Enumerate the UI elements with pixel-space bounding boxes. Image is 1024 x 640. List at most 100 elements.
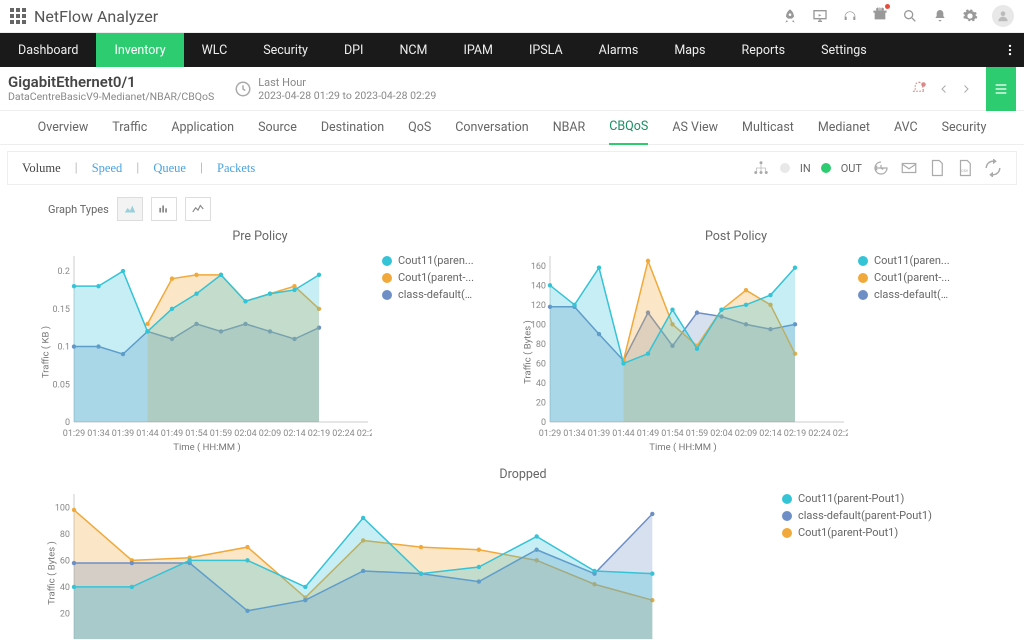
line-chart-button[interactable] (185, 197, 211, 221)
tab-nbar[interactable]: NBAR (553, 111, 586, 145)
csv-icon[interactable]: csv (956, 159, 974, 177)
legend-item[interactable]: Cout11(paren... (858, 254, 954, 267)
app-title: NetFlow Analyzer (34, 7, 158, 26)
chart-title-post: Post Policy (518, 229, 954, 244)
svg-text:0.05: 0.05 (52, 380, 70, 390)
tab-conversation[interactable]: Conversation (455, 111, 528, 145)
legend-item[interactable]: Cout1(parent-... (382, 271, 478, 284)
time-range-selector[interactable]: Last Hour 2023-04-28 01:29 to 2023-04-28… (234, 76, 436, 102)
sub-nav: Overview Traffic Application Source Destinat… (0, 111, 1024, 145)
svg-text:01:29: 01:29 (539, 429, 561, 439)
tab-overview[interactable]: Overview (38, 111, 89, 145)
nav-item-security[interactable]: Security (245, 33, 326, 67)
legend-item[interactable]: Cout1(parent-... (858, 271, 954, 284)
svg-text:0.1: 0.1 (58, 343, 71, 353)
svg-text:01:39: 01:39 (112, 429, 134, 439)
graph-types-label: Graph Types (48, 203, 109, 216)
tab-destination[interactable]: Destination (321, 111, 384, 145)
svg-text:01:49: 01:49 (637, 429, 659, 439)
nav-item-wlc[interactable]: WLC (184, 33, 246, 67)
svg-text:02:14: 02:14 (759, 429, 781, 439)
svg-text:02:09: 02:09 (735, 429, 757, 439)
svg-text:02:09: 02:09 (259, 429, 281, 439)
legend-item[interactable]: class-default(p... (858, 288, 954, 301)
out-label: OUT (841, 162, 862, 175)
toggle-indicator[interactable] (780, 163, 790, 173)
gear-icon[interactable] (962, 8, 978, 24)
svg-text:01:44: 01:44 (612, 429, 634, 439)
nav-item-ipam[interactable]: IPAM (445, 33, 511, 67)
tab-avc[interactable]: AVC (894, 111, 918, 145)
svg-text:100: 100 (55, 503, 70, 513)
nav-item-settings[interactable]: Settings (803, 33, 885, 67)
svg-text:01:54: 01:54 (185, 429, 207, 439)
dropped-chart: 2040608010001:2901:3401:3901:4401:4901:5… (42, 488, 772, 639)
mail-icon[interactable] (900, 159, 918, 177)
metric-queue[interactable]: Queue (153, 161, 186, 176)
metric-volume[interactable]: Volume (22, 161, 61, 176)
search-icon[interactable] (902, 8, 918, 24)
monitor-icon[interactable] (812, 8, 828, 24)
svg-text:60: 60 (536, 359, 546, 369)
tab-as-view[interactable]: AS View (672, 111, 718, 145)
chart-title-dropped: Dropped (42, 467, 1004, 482)
svg-text:40: 40 (60, 583, 70, 593)
bell-icon[interactable] (932, 8, 948, 24)
svg-text:02:29: 02:29 (357, 429, 372, 439)
tab-medianet[interactable]: Medianet (818, 111, 870, 145)
tab-multicast[interactable]: Multicast (742, 111, 794, 145)
nav-item-ipsla[interactable]: IPSLA (511, 33, 581, 67)
metric-speed[interactable]: Speed (92, 161, 123, 176)
tab-qos[interactable]: QoS (408, 111, 431, 145)
svg-text:0.2: 0.2 (58, 267, 71, 277)
legend-item[interactable]: Cout1(parent-Pout1) (782, 526, 932, 539)
svg-text:02:29: 02:29 (833, 429, 848, 439)
history-icon[interactable] (872, 159, 890, 177)
legend-item[interactable]: Cout11(paren... (382, 254, 478, 267)
svg-text:80: 80 (536, 340, 546, 350)
svg-text:01:39: 01:39 (588, 429, 610, 439)
nav-item-alarms[interactable]: Alarms (581, 33, 657, 67)
in-label: IN (800, 162, 811, 175)
nav-item-maps[interactable]: Maps (656, 33, 723, 67)
legend-item[interactable]: class-default(p... (382, 288, 478, 301)
svg-text:02:14: 02:14 (283, 429, 305, 439)
apps-grid-icon[interactable] (10, 8, 26, 24)
svg-text:0.15: 0.15 (52, 305, 70, 315)
area-chart-button[interactable] (117, 197, 143, 221)
prev-icon[interactable] (938, 83, 950, 95)
headset-icon[interactable] (842, 8, 858, 24)
bar-chart-button[interactable] (151, 197, 177, 221)
nav-item-inventory[interactable]: Inventory (96, 33, 183, 67)
pdf-icon[interactable] (928, 159, 946, 177)
svg-text:140: 140 (531, 281, 546, 291)
main-nav: DashboardInventoryWLCSecurityDPINCMIPAMI… (0, 33, 1024, 67)
user-avatar[interactable] (992, 5, 1014, 27)
nav-item-ncm[interactable]: NCM (381, 33, 445, 67)
svg-text:0: 0 (65, 418, 70, 428)
in-indicator[interactable] (821, 163, 831, 173)
nav-item-dashboard[interactable]: Dashboard (0, 33, 96, 67)
refresh-icon[interactable] (984, 159, 1002, 177)
svg-text:01:49: 01:49 (161, 429, 183, 439)
alert-config-icon[interactable] (910, 80, 928, 98)
legend-item[interactable]: Cout11(parent-Pout1) (782, 492, 932, 505)
tab-source[interactable]: Source (258, 111, 297, 145)
rocket-icon[interactable] (782, 8, 798, 24)
tab-cbqos[interactable]: CBQoS (609, 111, 648, 145)
svg-text:02:04: 02:04 (710, 429, 732, 439)
nav-item-dpi[interactable]: DPI (326, 33, 382, 67)
next-icon[interactable] (960, 83, 972, 95)
tab-application[interactable]: Application (171, 111, 234, 145)
nav-item-reports[interactable]: Reports (724, 33, 804, 67)
chart-title-pre: Pre Policy (42, 229, 478, 244)
nav-more-icon[interactable] (996, 33, 1024, 67)
tab-traffic[interactable]: Traffic (112, 111, 147, 145)
hierarchy-icon[interactable] (752, 159, 770, 177)
tab-security[interactable]: Security (942, 111, 987, 145)
svg-text:01:59: 01:59 (686, 429, 708, 439)
metric-packets[interactable]: Packets (217, 161, 255, 176)
svg-text:01:34: 01:34 (563, 429, 585, 439)
legend-item[interactable]: class-default(parent-Pout1) (782, 509, 932, 522)
panel-menu-button[interactable] (986, 67, 1016, 111)
